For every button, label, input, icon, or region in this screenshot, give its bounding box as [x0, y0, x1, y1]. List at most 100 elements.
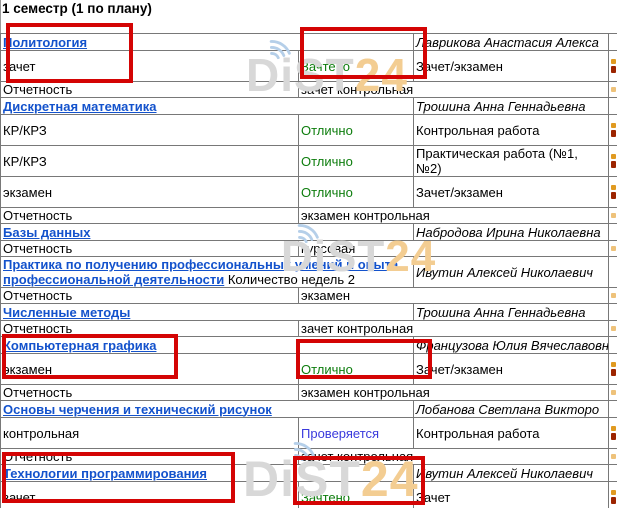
- mark-fragment: [611, 362, 616, 367]
- date-marks-cell: [609, 146, 617, 177]
- subject-cell: Основы черчения и технический рисунок: [1, 401, 414, 418]
- teacher-cell: Трошина Анна Геннадьевна: [414, 304, 609, 321]
- date-marks-cell: [609, 34, 617, 51]
- report-value-cell: экзамен контрольная: [299, 208, 609, 224]
- mark-fragment: [611, 433, 616, 440]
- mark-fragment: [611, 246, 616, 251]
- date-marks-cell: [609, 51, 617, 82]
- grade-row: экзаменОтличноЗачет/экзамен: [1, 354, 617, 385]
- date-marks-cell: [609, 177, 617, 208]
- report-row: Отчетностькурсовая: [1, 241, 617, 257]
- subject-cell: Компьютерная графика: [1, 337, 414, 354]
- subject-row: Технологии программирования Ивутин Алексе…: [1, 465, 617, 482]
- subject-row: Базы данных Набродова Ирина Николаевна: [1, 224, 617, 241]
- mark-fragment: [611, 154, 616, 159]
- mark-fragment: [611, 66, 616, 73]
- subject-extra-label: Количество недель 2: [224, 272, 355, 287]
- report-value-cell: зачет контрольная: [299, 321, 609, 337]
- report-row: Отчетностьэкзамен контрольная: [1, 208, 617, 224]
- grade-form-cell: зачет: [1, 482, 299, 508]
- grade-form-cell: зачет: [1, 51, 299, 82]
- report-row: Отчетностьэкзамен: [1, 288, 617, 304]
- report-value-cell: экзамен: [299, 288, 609, 304]
- mark-fragment: [611, 123, 616, 128]
- grades-table-body: ПолитологияЛаврикова Анастасия Алексазач…: [1, 34, 617, 508]
- grades-table: ПолитологияЛаврикова Анастасия Алексазач…: [0, 33, 617, 508]
- date-marks-cell: [609, 418, 617, 449]
- control-type-cell: Зачет/экзамен: [414, 51, 609, 82]
- date-marks-cell: [609, 304, 617, 321]
- grade-value-cell: Отлично: [299, 115, 414, 146]
- report-row: Отчетностьэкзамен контрольная: [1, 385, 617, 401]
- grade-row: КР/КРЗОтличноКонтрольная работа: [1, 115, 617, 146]
- subject-cell: Политология: [1, 34, 414, 51]
- date-marks-cell: [609, 385, 617, 401]
- date-marks-cell: [609, 449, 617, 465]
- report-value-cell: курсовая: [299, 241, 609, 257]
- subject-link[interactable]: Базы данных: [3, 225, 90, 240]
- report-row: Отчетностьзачет контрольная: [1, 82, 617, 98]
- report-value-cell: зачет контрольная: [299, 449, 609, 465]
- report-value-cell: зачет контрольная: [299, 82, 609, 98]
- mark-fragment: [611, 213, 616, 218]
- report-label-cell: Отчетность: [1, 321, 299, 337]
- date-marks-cell: [609, 208, 617, 224]
- date-marks-cell: [609, 482, 617, 508]
- report-row: Отчетностьзачет контрольная: [1, 449, 617, 465]
- grade-row: зачетЗачтеноЗачет: [1, 482, 617, 508]
- subject-link[interactable]: Основы черчения и технический рисунок: [3, 402, 272, 417]
- date-marks-cell: [609, 98, 617, 115]
- report-label-cell: Отчетность: [1, 208, 299, 224]
- mark-fragment: [611, 185, 616, 190]
- mark-fragment: [611, 390, 616, 395]
- date-marks-cell: [609, 337, 617, 354]
- date-marks-cell: [609, 224, 617, 241]
- grade-value-cell: Зачтено: [299, 482, 414, 508]
- grade-value-cell: Проверяется: [299, 418, 414, 449]
- grade-row: зачетЗачтеноЗачет/экзамен: [1, 51, 617, 82]
- grade-row: экзаменОтличноЗачет/экзамен: [1, 177, 617, 208]
- grade-form-cell: КР/КРЗ: [1, 146, 299, 177]
- semester-title: 1 семестр (1 по плану): [2, 1, 152, 16]
- report-value-cell: экзамен контрольная: [299, 385, 609, 401]
- mark-fragment: [611, 454, 616, 459]
- teacher-cell: Ивутин Алексей Николаевич: [414, 465, 609, 482]
- control-type-cell: Зачет/экзамен: [414, 354, 609, 385]
- subject-cell: Практика по получению профессиональных у…: [1, 257, 414, 288]
- mark-fragment: [611, 161, 616, 168]
- subject-link[interactable]: Технологии программирования: [3, 466, 207, 481]
- mark-fragment: [611, 326, 616, 331]
- grade-value-cell: Отлично: [299, 177, 414, 208]
- report-label-cell: Отчетность: [1, 82, 299, 98]
- mark-fragment: [611, 130, 616, 137]
- grade-value-cell: Отлично: [299, 354, 414, 385]
- subject-row: Политология Лаврикова Анастасия Алекса: [1, 34, 617, 51]
- date-marks-cell: [609, 82, 617, 98]
- control-type-cell: Контрольная работа: [414, 418, 609, 449]
- teacher-cell: Ивутин Алексей Николаевич: [414, 257, 609, 288]
- subject-row: Дискретная математикаТрошина Анна Геннад…: [1, 98, 617, 115]
- control-type-cell: Контрольная работа: [414, 115, 609, 146]
- grade-row: КР/КРЗОтличноПрактическая работа (№1, №2…: [1, 146, 617, 177]
- teacher-cell: Лаврикова Анастасия Алекса: [414, 34, 609, 51]
- subject-cell: Базы данных: [1, 224, 414, 241]
- subject-link[interactable]: Численные методы: [3, 305, 130, 320]
- subject-row: Численные методы Трошина Анна Геннадьевна: [1, 304, 617, 321]
- date-marks-cell: [609, 465, 617, 482]
- report-label-cell: Отчетность: [1, 241, 299, 257]
- date-marks-cell: [609, 288, 617, 304]
- mark-fragment: [611, 426, 616, 431]
- report-label-cell: Отчетность: [1, 288, 299, 304]
- mark-fragment: [611, 490, 616, 495]
- teacher-cell: Французова Юлия Вячеславовн: [414, 337, 609, 354]
- subject-link[interactable]: Компьютерная графика: [3, 338, 156, 353]
- subject-link[interactable]: Политология: [3, 35, 87, 50]
- control-type-cell: Зачет/экзамен: [414, 177, 609, 208]
- teacher-cell: Набродова Ирина Николаевна: [414, 224, 609, 241]
- mark-fragment: [611, 369, 616, 376]
- date-marks-cell: [609, 354, 617, 385]
- subject-link[interactable]: Дискретная математика: [3, 99, 157, 114]
- subject-cell: Технологии программирования: [1, 465, 414, 482]
- grade-form-cell: экзамен: [1, 354, 299, 385]
- grades-page: 1 семестр (1 по плану) Политология Лаврик…: [0, 0, 617, 508]
